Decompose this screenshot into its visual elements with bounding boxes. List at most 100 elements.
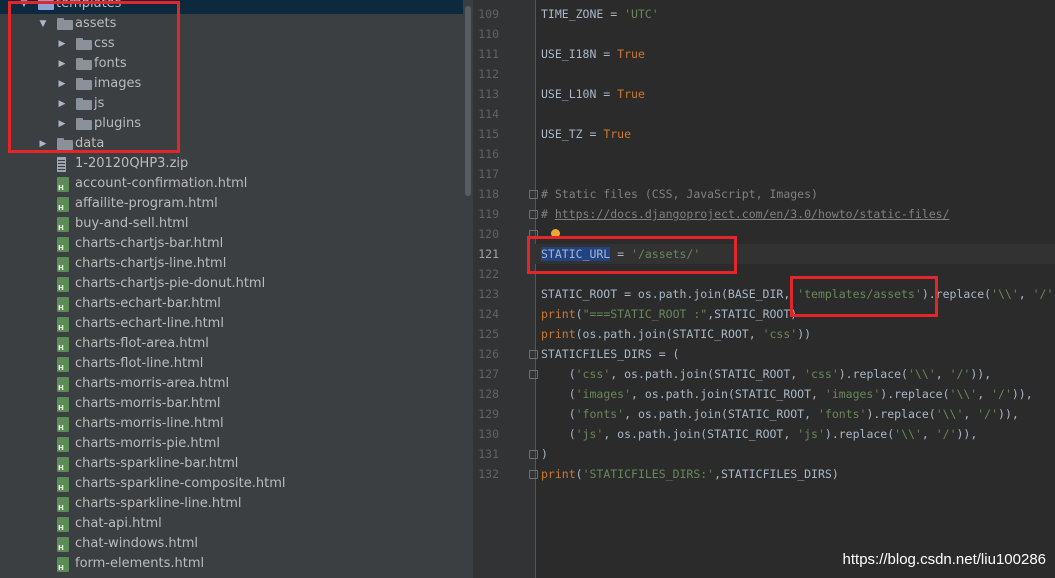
html-file-icon	[57, 257, 69, 272]
tree-item-charts-flot-line-html[interactable]: charts-flot-line.html	[0, 354, 463, 374]
annotation-box-static-url-line	[527, 236, 737, 274]
line-number: 121	[478, 247, 499, 261]
line-number: 109	[478, 7, 499, 21]
code-line[interactable]: USE_TZ = True	[541, 124, 1055, 144]
line-number: 116	[478, 147, 499, 161]
code-line[interactable]: )	[541, 444, 1055, 464]
tree-item-charts-sparkline-line-html[interactable]: charts-sparkline-line.html	[0, 494, 463, 514]
line-number: 128	[478, 387, 499, 401]
code-line[interactable]	[541, 144, 1055, 164]
html-file-icon	[57, 317, 69, 332]
tree-item-label: charts-chartjs-pie-donut.html	[75, 276, 266, 291]
tree-item-label: charts-flot-line.html	[75, 356, 204, 371]
code-line[interactable]	[541, 64, 1055, 84]
tree-item-charts-chartjs-bar-html[interactable]: charts-chartjs-bar.html	[0, 234, 463, 254]
html-file-icon	[57, 457, 69, 472]
tree-item-chat-windows-html[interactable]: chat-windows.html	[0, 534, 463, 554]
tree-item-charts-morris-pie-html[interactable]: charts-morris-pie.html	[0, 434, 463, 454]
tree-item-label: charts-sparkline-composite.html	[75, 476, 286, 491]
tree-item-charts-chartjs-pie-donut-html[interactable]: charts-chartjs-pie-donut.html	[0, 274, 463, 294]
tree-item-charts-echart-line-html[interactable]: charts-echart-line.html	[0, 314, 463, 334]
tree-item-label: charts-chartjs-line.html	[75, 256, 227, 271]
line-number-gutter: 109 110 111 112 113 114 115 116 117 118 119 120 121 1…	[473, 0, 538, 578]
code-line[interactable]: ('js', os.path.join(STATIC_ROOT, 'js').r…	[541, 424, 1055, 444]
tree-item-label: chat-api.html	[75, 516, 162, 531]
fold-marker-icon[interactable]	[529, 470, 538, 479]
code-line[interactable]	[541, 104, 1055, 124]
code-line[interactable]: ('css', os.path.join(STATIC_ROOT, 'css')…	[541, 364, 1055, 384]
html-file-icon	[57, 437, 69, 452]
line-number: 126	[478, 347, 499, 361]
line-number: 122	[478, 267, 499, 281]
line-number: 113	[478, 87, 499, 101]
line-number: 114	[478, 107, 499, 121]
code-line[interactable]: # https://docs.djangoproject.com/en/3.0/…	[541, 204, 1055, 224]
annotation-box-templates-assets	[790, 276, 938, 317]
tree-item-label: 1-20120QHP3.zip	[75, 156, 189, 171]
code-line[interactable]: STATICFILES_DIRS = (	[541, 344, 1055, 364]
code-line[interactable]: ('fonts', os.path.join(STATIC_ROOT, 'fon…	[541, 404, 1055, 424]
code-line[interactable]: TIME_ZONE = 'UTC'	[541, 4, 1055, 24]
code-line[interactable]: print('STATICFILES_DIRS:',STATICFILES_DI…	[541, 464, 1055, 484]
tree-item-label: charts-morris-line.html	[75, 416, 224, 431]
line-number: 117	[478, 167, 499, 181]
tree-item-1-20120qhp3-zip[interactable]: 1-20120QHP3.zip	[0, 154, 463, 174]
fold-marker-icon[interactable]	[529, 450, 538, 459]
html-file-icon	[57, 537, 69, 552]
tree-item-form-elements-html[interactable]: form-elements.html	[0, 554, 463, 574]
fold-marker-icon[interactable]	[529, 190, 538, 199]
html-file-icon	[57, 197, 69, 212]
code-line[interactable]: print(os.path.join(STATIC_ROOT, 'css'))	[541, 324, 1055, 344]
file-tree-scrollbar-thumb[interactable]	[465, 6, 471, 196]
line-number: 120	[478, 227, 499, 241]
tree-item-affailite-program-html[interactable]: affailite-program.html	[0, 194, 463, 214]
tree-item-buy-and-sell-html[interactable]: buy-and-sell.html	[0, 214, 463, 234]
code-line[interactable]	[541, 24, 1055, 44]
code-line[interactable]: # Static files (CSS, JavaScript, Images)	[541, 184, 1055, 204]
html-file-icon	[57, 377, 69, 392]
tree-item-charts-morris-line-html[interactable]: charts-morris-line.html	[0, 414, 463, 434]
code-line[interactable]	[541, 164, 1055, 184]
tree-item-charts-morris-area-html[interactable]: charts-morris-area.html	[0, 374, 463, 394]
html-file-icon	[57, 357, 69, 372]
line-number: 112	[478, 67, 499, 81]
html-file-icon	[57, 557, 69, 572]
line-number: 111	[478, 47, 499, 61]
file-tree-scrollbar[interactable]	[463, 0, 473, 578]
tree-item-charts-chartjs-line-html[interactable]: charts-chartjs-line.html	[0, 254, 463, 274]
line-number: 118	[478, 187, 499, 201]
tree-item-charts-echart-bar-html[interactable]: charts-echart-bar.html	[0, 294, 463, 314]
tree-item-label: buy-and-sell.html	[75, 216, 189, 231]
code-line[interactable]: ('images', os.path.join(STATIC_ROOT, 'im…	[541, 384, 1055, 404]
watermark-text: https://blog.csdn.net/liu100286	[842, 551, 1046, 568]
line-number: 110	[478, 27, 499, 41]
tree-item-label: charts-morris-bar.html	[75, 396, 221, 411]
code-editor[interactable]: 109 110 111 112 113 114 115 116 117 118 119 120 121 1…	[473, 0, 1055, 578]
line-number: 127	[478, 367, 499, 381]
tree-item-label: affailite-program.html	[75, 196, 218, 211]
tree-item-label: charts-echart-bar.html	[75, 296, 221, 311]
line-number: 115	[478, 127, 499, 141]
html-file-icon	[57, 237, 69, 252]
fold-marker-icon[interactable]	[529, 210, 538, 219]
tree-item-label: account-confirmation.html	[75, 176, 248, 191]
tree-item-label: charts-flot-area.html	[75, 336, 209, 351]
fold-marker-icon[interactable]	[529, 350, 538, 359]
line-number: 124	[478, 307, 499, 321]
fold-marker-icon[interactable]	[529, 370, 538, 379]
html-file-icon	[57, 277, 69, 292]
html-file-icon	[57, 177, 69, 192]
tree-item-charts-sparkline-composite-html[interactable]: charts-sparkline-composite.html	[0, 474, 463, 494]
tree-item-charts-sparkline-bar-html[interactable]: charts-sparkline-bar.html	[0, 454, 463, 474]
html-file-icon	[57, 497, 69, 512]
tree-item-charts-flot-area-html[interactable]: charts-flot-area.html	[0, 334, 463, 354]
tree-item-label: charts-morris-pie.html	[75, 436, 221, 451]
tree-item-charts-morris-bar-html[interactable]: charts-morris-bar.html	[0, 394, 463, 414]
tree-item-account-confirmation-html[interactable]: account-confirmation.html	[0, 174, 463, 194]
zip-file-icon	[57, 157, 66, 172]
tree-item-chat-api-html[interactable]: chat-api.html	[0, 514, 463, 534]
code-line[interactable]: USE_L10N = True	[541, 84, 1055, 104]
line-number: 125	[478, 327, 499, 341]
code-line[interactable]: USE_I18N = True	[541, 44, 1055, 64]
tree-item-label: chat-windows.html	[75, 536, 198, 551]
